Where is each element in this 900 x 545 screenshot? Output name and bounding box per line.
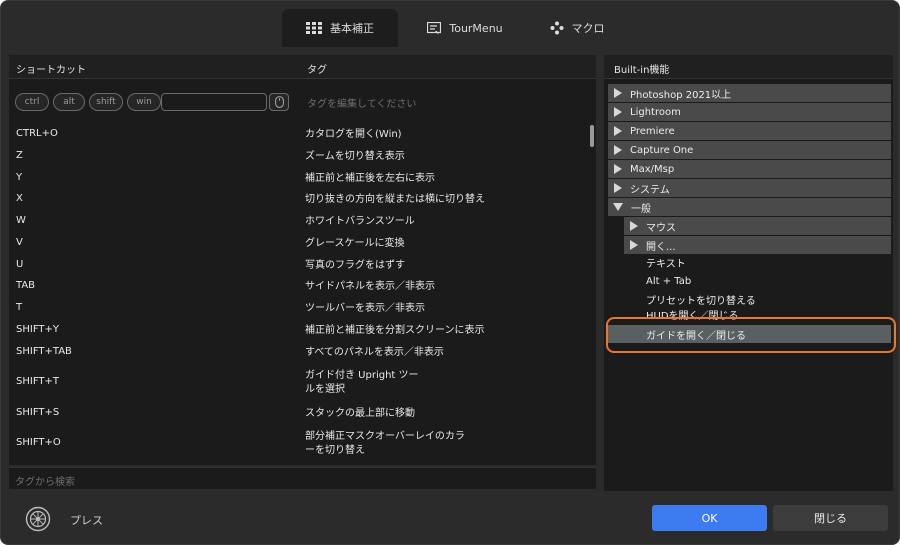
- tree-subcategory-mouse[interactable]: マウス: [624, 217, 891, 235]
- shortcut-tag: 部分補正マスクオーバーレイのカラーを切り替え: [305, 431, 465, 456]
- tree-label: ガイドを開く／閉じる: [646, 330, 746, 342]
- shortcut-key: Y: [16, 172, 23, 183]
- shortcut-key: SHIFT+TAB: [16, 346, 72, 357]
- shortcut-tag: 補正前と補正後を左右に表示: [305, 173, 435, 184]
- tag-edit-input[interactable]: タグを編集してください: [307, 95, 416, 110]
- shortcut-tag: ガイド付き Upright ツールを選択: [305, 370, 419, 395]
- tree-label: Capture One: [630, 144, 694, 156]
- shortcut-tag: すべてのパネルを表示／非表示: [305, 347, 444, 358]
- tree-category-capture-one[interactable]: Capture One: [608, 141, 891, 159]
- tree-item-switch-preset[interactable]: プリセットを切り替える: [646, 290, 886, 308]
- expand-triangle-icon: [614, 126, 622, 136]
- tree-item-hud-toggle[interactable]: HUDを開く／閉じる: [646, 307, 886, 322]
- tab-label: TourMenu: [449, 21, 503, 35]
- shortcut-key: T: [16, 302, 23, 313]
- grid-icon: [306, 22, 322, 34]
- mouse-button-toggle[interactable]: [269, 93, 289, 111]
- tree-label: Premiere: [630, 125, 675, 137]
- tree-label: Photoshop 2021以上: [630, 89, 732, 101]
- tree-label: マウス: [646, 222, 676, 234]
- modifier-win-toggle[interactable]: win: [127, 93, 161, 111]
- tree-category-lightroom[interactable]: Lightroom: [608, 103, 891, 121]
- shortcut-tag: 切り抜きの方向を縦または横に切り替え: [305, 194, 485, 205]
- shortcut-tag: ズームを切り替え表示: [305, 151, 405, 162]
- shortcut-key: SHIFT+O: [16, 437, 61, 448]
- shortcut-tag: グレースケールに変換: [305, 238, 405, 249]
- column-header-tag: タグ: [307, 65, 327, 76]
- builtin-header-label: Built-in機能: [614, 65, 670, 76]
- shortcut-tag: 写真のフラグをはずす: [305, 260, 405, 271]
- list-header: ショートカット タグ: [9, 55, 596, 79]
- scrollbar-thumb[interactable]: [590, 125, 594, 147]
- shortcut-tag: ホワイトバランスツール: [305, 216, 415, 227]
- collapse-triangle-icon: [613, 203, 623, 211]
- tree-category-premiere[interactable]: Premiere: [608, 122, 891, 140]
- tree-category-general[interactable]: 一般: [608, 198, 891, 216]
- column-header-shortcut: ショートカット: [16, 65, 86, 76]
- shortcut-tag: サイドパネルを表示／非表示: [305, 281, 435, 292]
- tree-label: 一般: [631, 203, 651, 215]
- tree-category-maxmsp[interactable]: Max/Msp: [608, 160, 891, 178]
- modifier-alt-toggle[interactable]: alt: [53, 93, 85, 111]
- tree-label: HUDを開く／閉じる: [646, 310, 739, 322]
- shortcut-tag: 補正前と補正後を分割スクリーンに表示: [305, 325, 485, 336]
- tree-item-text[interactable]: テキスト: [646, 253, 886, 271]
- tree-label: Lightroom: [630, 106, 681, 118]
- builtin-header: Built-in機能: [604, 55, 893, 79]
- tab-macro[interactable]: マクロ: [537, 9, 617, 47]
- tab-bar: 基本補正 TourMenu マクロ: [1, 1, 899, 47]
- builtin-functions-pane: Built-in機能 Photoshop 2021以上 Lightroom Pr…: [604, 55, 893, 491]
- shortcut-key: U: [16, 259, 24, 270]
- mouse-icon: [274, 96, 284, 108]
- shortcut-key: SHIFT+T: [16, 376, 59, 387]
- shortcut-tag: ツールバーを表示／非表示: [305, 303, 425, 314]
- tag-search-input[interactable]: タグから検索: [9, 467, 596, 489]
- shortcut-key: CTRL+O: [16, 128, 58, 139]
- tree-label: Max/Msp: [630, 163, 675, 175]
- press-label: プレス: [70, 514, 103, 527]
- modifier-ctrl-toggle[interactable]: ctrl: [15, 93, 49, 111]
- expand-triangle-icon: [614, 164, 622, 174]
- shortcut-tag: カタログを開く(Win): [305, 129, 402, 140]
- macro-dots-icon: [550, 21, 564, 35]
- expand-triangle-icon: [614, 88, 622, 98]
- shortcut-key: SHIFT+Y: [16, 324, 59, 335]
- tree-label: プリセットを切り替える: [646, 295, 756, 307]
- tab-label: マクロ: [571, 22, 605, 35]
- tree-item-guide-toggle-selected[interactable]: ガイドを開く／閉じる: [608, 325, 891, 343]
- shortcut-list-pane: ショートカット タグ ctrl alt shift win タグを編集してくださ…: [9, 55, 596, 465]
- tab-tourmenu[interactable]: TourMenu: [415, 9, 515, 47]
- tree-subcategory-open[interactable]: 開く...: [624, 236, 891, 254]
- tree-category-photoshop[interactable]: Photoshop 2021以上: [608, 84, 891, 102]
- tree-label: 開く...: [646, 241, 676, 253]
- tab-basic-correction[interactable]: 基本補正: [282, 9, 398, 47]
- ok-button[interactable]: OK: [652, 505, 767, 531]
- modifier-shift-toggle[interactable]: shift: [89, 93, 123, 111]
- menu-card-icon: [427, 21, 442, 35]
- tree-label: システム: [630, 184, 670, 196]
- expand-triangle-icon: [614, 145, 622, 155]
- expand-triangle-icon: [614, 107, 622, 117]
- shortcut-key: SHIFT+S: [16, 407, 60, 418]
- shortcut-key: W: [16, 215, 26, 226]
- expand-triangle-icon: [614, 183, 622, 193]
- tab-label: 基本補正: [330, 22, 374, 35]
- shortcut-tag: スタックの最上部に移動: [305, 408, 415, 419]
- tree-label: Alt + Tab: [646, 275, 692, 287]
- shortcut-key: V: [16, 237, 23, 248]
- tree-category-system[interactable]: システム: [608, 179, 891, 197]
- expand-triangle-icon: [630, 221, 638, 231]
- key-input-field[interactable]: [161, 93, 267, 111]
- tree-label: テキスト: [646, 258, 686, 270]
- press-dial-icon: [25, 506, 51, 532]
- shortcut-key: X: [16, 193, 23, 204]
- shortcut-settings-window: 基本補正 TourMenu マクロ ショートカット タグ ctrl alt sh…: [0, 0, 900, 545]
- close-button[interactable]: 閉じる: [773, 505, 888, 531]
- tree-item-alt-tab[interactable]: Alt + Tab: [646, 272, 886, 290]
- shortcut-key: Z: [16, 150, 23, 161]
- expand-triangle-icon: [630, 240, 638, 250]
- shortcut-key: TAB: [16, 280, 36, 291]
